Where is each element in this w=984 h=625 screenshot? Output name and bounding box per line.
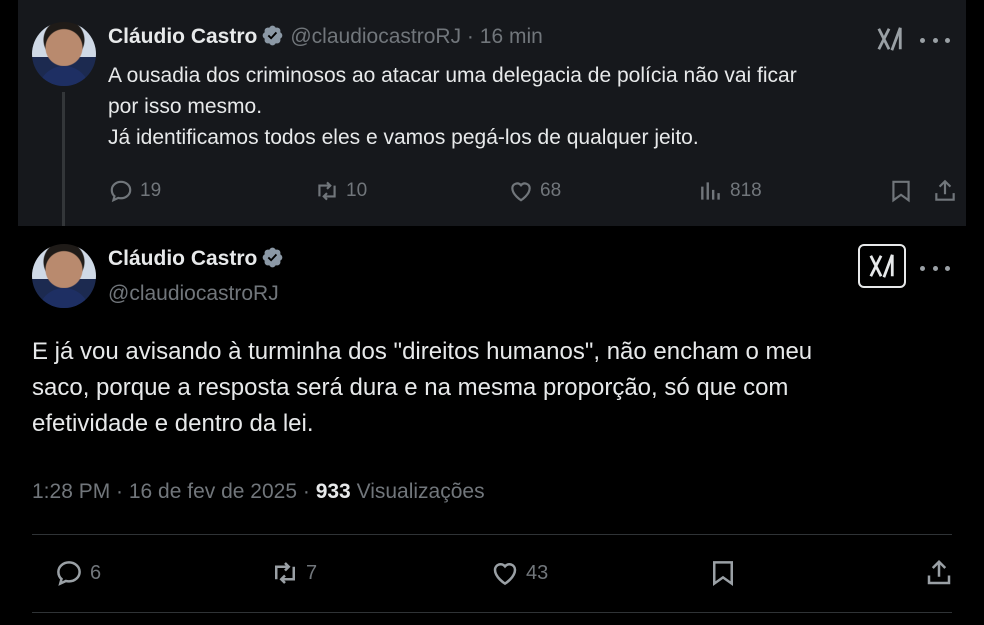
tweet-text-line: saco, porque a resposta será dura e na m… [32,374,789,401]
separator: · [466,25,474,48]
author-handle[interactable]: @claudiocastroRJ [108,282,279,306]
more-icon[interactable] [920,30,950,50]
repost-button[interactable]: 7 [270,558,317,588]
views-button[interactable]: 818 [698,176,762,206]
reply-button[interactable]: 6 [54,558,101,588]
share-button[interactable] [924,558,960,588]
reply-icon [110,180,132,203]
tweet-actions: 19 10 68 818 [108,176,955,206]
author-handle[interactable]: @claudiocastroRJ [290,25,461,48]
more-icon[interactable] [920,258,950,278]
tweet-text: E já vou avisando à turminha dos "direit… [32,334,952,442]
grok-icon[interactable] [858,244,906,288]
thread-line [62,92,65,226]
like-count: 68 [540,180,562,201]
like-count: 43 [526,561,549,584]
author-name[interactable]: Cláudio Castro [108,247,257,270]
repost-count: 7 [306,561,318,584]
tweet-text: A ousadia dos criminosos ao atacar uma d… [108,60,928,153]
like-button[interactable]: 43 [490,558,548,588]
avatar[interactable] [32,22,96,86]
repost-button[interactable]: 10 [314,176,367,206]
tweet-timestamp[interactable]: 1:28 PM · 16 de fev de 2025 · [32,480,316,503]
verified-badge-icon[interactable] [261,24,284,47]
tweet-header: Cláudio Castro [108,246,284,271]
views-icon [701,182,720,200]
like-button[interactable]: 68 [508,176,561,206]
reply-count: 6 [90,561,102,584]
main-tweet[interactable]: Cláudio Castro @claudiocastroRJ E já vou… [18,226,966,625]
right-margin [966,0,984,625]
like-icon [511,182,531,202]
tweet-actions: 6 7 43 [32,558,952,592]
repost-count: 10 [346,180,368,201]
bookmark-button[interactable] [708,558,744,588]
repost-icon [318,181,336,201]
divider [32,534,952,535]
reply-icon [57,561,81,586]
views-count: 818 [730,180,762,201]
parent-tweet[interactable]: Cláudio Castro @claudiocastroRJ · 16 min … [18,0,966,226]
tweet-text-line: A ousadia dos criminosos ao atacar uma d… [108,64,797,87]
tweet-text-line: Já identificamos todos eles e vamos pegá… [108,126,699,149]
share-icon [927,559,951,585]
screenshot-frame: Cláudio Castro @claudiocastroRJ · 16 min … [0,0,984,625]
tweet-header: Cláudio Castro @claudiocastroRJ · 16 min [108,24,543,49]
share-icon [935,179,955,201]
avatar[interactable] [32,244,96,308]
bookmark-button[interactable] [888,176,920,206]
bookmark-icon [892,180,910,203]
reply-button[interactable]: 19 [108,176,161,206]
tweet-text-line: efetividade e dentro da lei. [32,410,314,437]
views-count: 933 [315,480,351,503]
reply-count: 19 [140,180,162,201]
repost-icon [275,562,295,584]
like-icon [493,563,517,586]
tweet-meta: 1:28 PM · 16 de fev de 2025 · 933 Visual… [32,480,485,504]
divider [32,612,952,613]
left-margin [0,0,18,625]
author-name[interactable]: Cláudio Castro [108,25,257,48]
tweet-text-line: por isso mesmo. [108,95,263,118]
bookmark-icon [713,561,733,587]
tweet-time[interactable]: 16 min [480,25,543,48]
share-button[interactable] [932,176,964,206]
verified-badge-icon[interactable] [261,246,284,269]
tweet-text-line: E já vou avisando à turminha dos "direit… [32,338,813,365]
grok-icon[interactable] [874,24,906,54]
views-label: Visualizações [350,480,485,503]
